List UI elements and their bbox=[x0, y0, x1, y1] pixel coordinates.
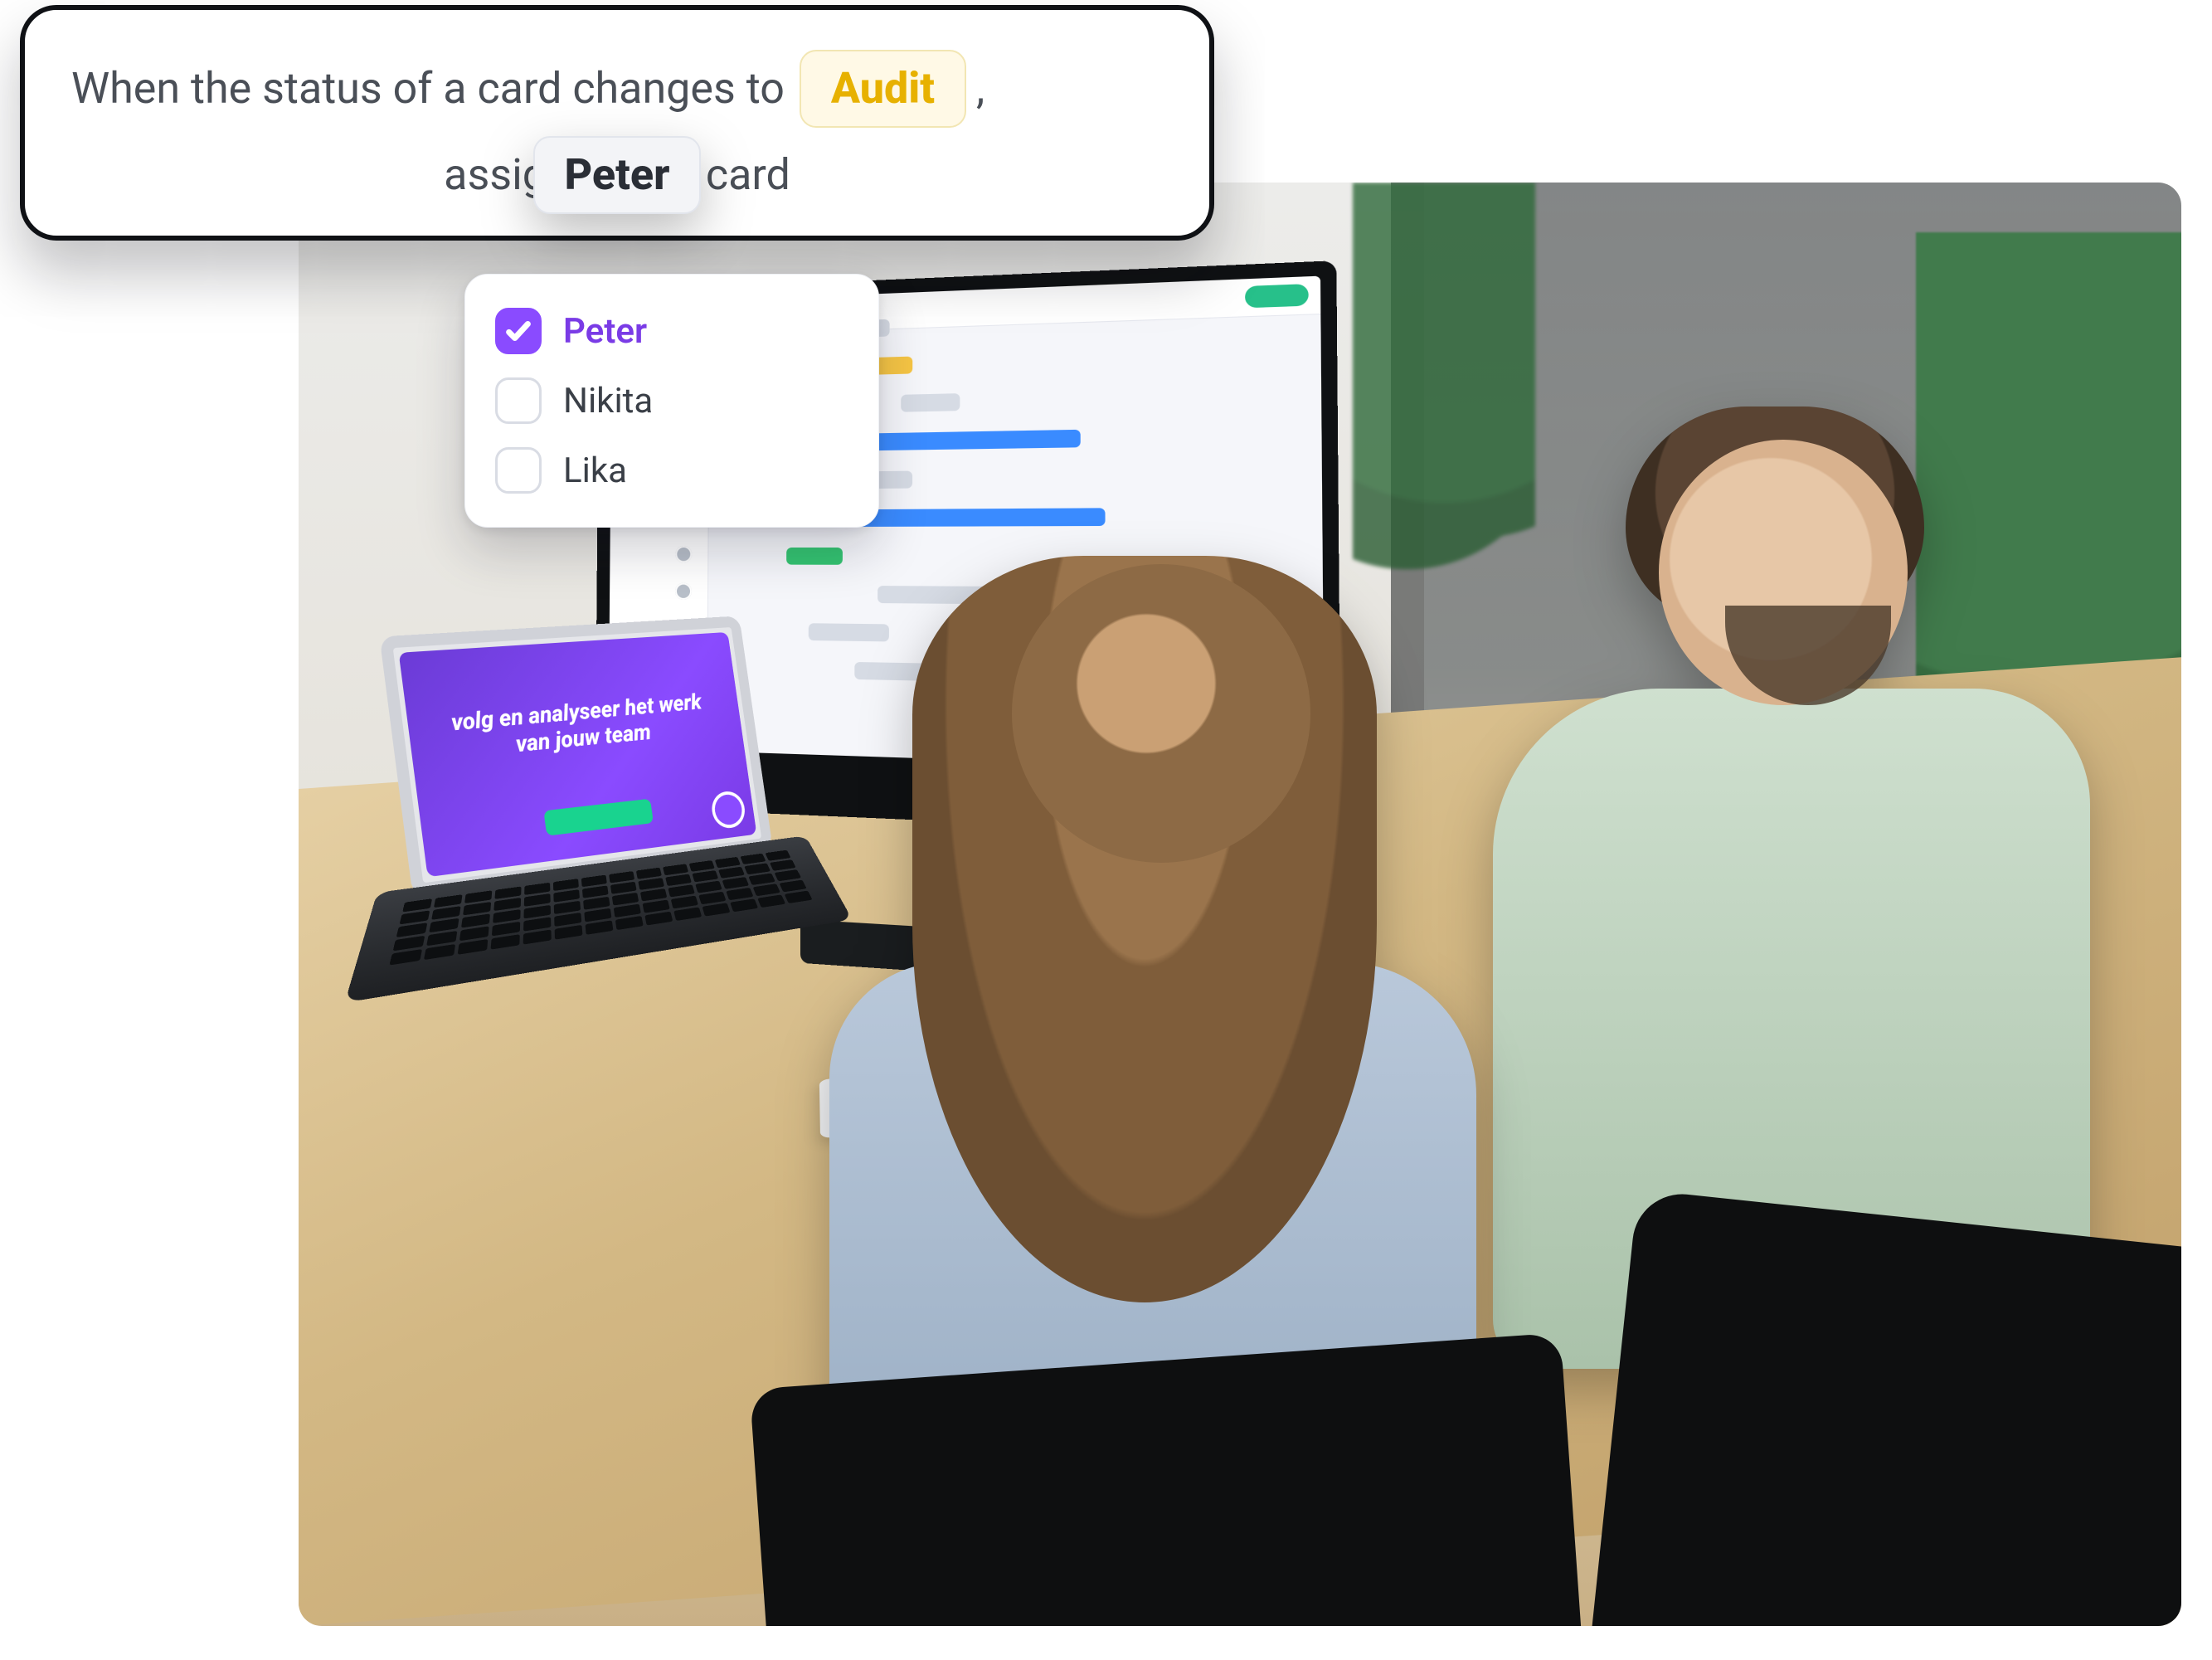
laptop-cta-button bbox=[543, 799, 654, 836]
rule-line-2: assign Peter to the card bbox=[71, 146, 1163, 204]
checkbox-icon[interactable] bbox=[495, 377, 542, 424]
laptop-screen: volg en analyseer het werk van jouw team bbox=[399, 632, 757, 877]
avatar-icon bbox=[675, 546, 692, 562]
avatar-icon bbox=[675, 583, 692, 600]
checkbox-checked-icon[interactable] bbox=[495, 308, 542, 354]
assignee-pill-label: Peter bbox=[565, 146, 670, 204]
gantt-bar bbox=[901, 393, 960, 412]
assignee-option[interactable]: Peter bbox=[489, 296, 855, 366]
assignee-option[interactable]: Nikita bbox=[489, 366, 855, 436]
laptop-headline: volg en analyseer het werk van jouw team bbox=[440, 689, 714, 765]
assignee-option-label: Peter bbox=[563, 311, 647, 352]
assignee-dropdown[interactable]: Peter Nikita Lika bbox=[464, 274, 879, 528]
assignee-option-label: Nikita bbox=[563, 381, 653, 421]
rule-text-comma: , bbox=[976, 60, 984, 118]
gantt-row-avatars bbox=[675, 583, 692, 600]
status-pill[interactable]: Audit bbox=[800, 50, 966, 128]
gantt-row-avatars bbox=[675, 546, 692, 562]
status-pill-label: Audit bbox=[831, 60, 935, 118]
photo-chair-right bbox=[1584, 1190, 2181, 1626]
assignee-option[interactable]: Lika bbox=[489, 436, 855, 505]
automation-rule-card: When the status of a card changes to Aud… bbox=[20, 5, 1214, 241]
rule-line-1: When the status of a card changes to Aud… bbox=[71, 50, 1163, 128]
laptop-hero: volg en analyseer het werk van jouw team bbox=[399, 632, 757, 877]
assignee-option-label: Lika bbox=[563, 450, 627, 491]
rule-text-prefix: When the status of a card changes to bbox=[71, 60, 785, 118]
laptop-subcopy bbox=[467, 764, 704, 789]
assignee-pill[interactable]: Peter bbox=[533, 136, 702, 214]
checkbox-icon[interactable] bbox=[495, 447, 542, 494]
stage: AOC volg en analyseer het werk van jouw … bbox=[0, 0, 2212, 1660]
laptop-chat-bubble-icon bbox=[713, 793, 744, 826]
